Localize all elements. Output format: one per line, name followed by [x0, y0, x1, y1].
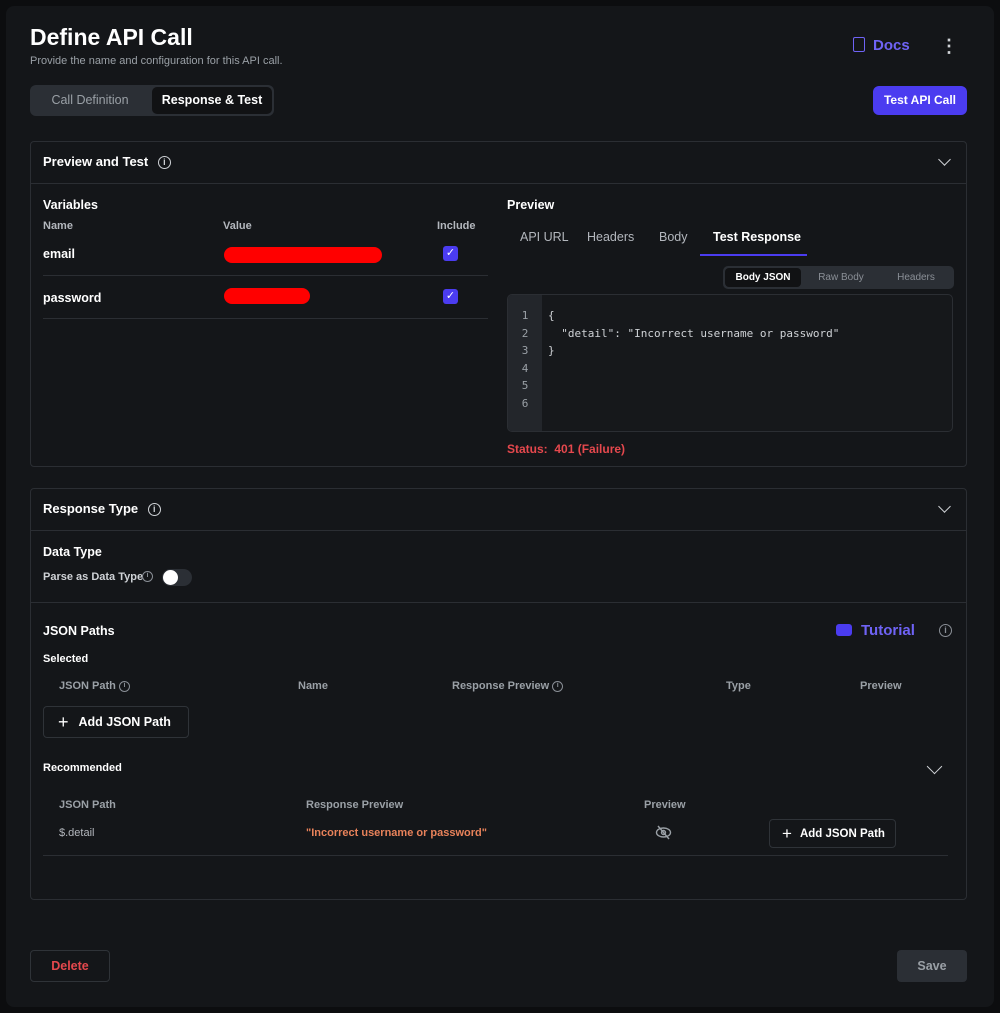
eye-off-icon[interactable]	[655, 824, 672, 841]
response-json: { "detail": "Incorrect username or passw…	[548, 309, 840, 357]
tab-switcher: Call Definition Response & Test	[30, 85, 274, 116]
subtab-raw-body[interactable]: Raw Body	[803, 268, 879, 287]
variable-name: email	[43, 247, 75, 261]
include-checkbox[interactable]: ✓	[443, 246, 458, 261]
divider	[43, 855, 948, 856]
response-type-title: Response Type	[43, 501, 139, 516]
divider	[31, 530, 966, 531]
col-json-path: JSON Path i	[59, 680, 130, 692]
youtube-icon	[836, 624, 852, 636]
tab-call-definition[interactable]: Call Definition	[32, 87, 148, 114]
add-recommended-json-path-button[interactable]: + Add JSON Path	[769, 819, 896, 848]
col-json-path: JSON Path	[59, 799, 116, 811]
save-button[interactable]: Save	[897, 950, 967, 982]
divider	[31, 183, 966, 184]
tab-body[interactable]: Body	[659, 230, 688, 244]
divider	[43, 318, 488, 319]
subtab-headers[interactable]: Headers	[878, 268, 954, 287]
recommended-title: Recommended	[43, 762, 122, 774]
line-number: 1	[521, 309, 529, 322]
variables-title: Variables	[43, 198, 98, 212]
variable-name: password	[43, 291, 102, 305]
line-number: 3	[521, 344, 529, 357]
recommended-preview-value: "Incorrect username or password"	[306, 827, 487, 839]
tab-headers[interactable]: Headers	[587, 230, 634, 244]
selected-title: Selected	[43, 653, 89, 665]
docs-label: Docs	[873, 37, 910, 54]
delete-button[interactable]: Delete	[30, 950, 110, 982]
document-icon	[853, 37, 865, 52]
tutorial-label: Tutorial	[861, 622, 915, 639]
col-preview: Preview	[860, 680, 902, 692]
include-checkbox[interactable]: ✓	[443, 289, 458, 304]
response-type-header[interactable]: Response Type i	[43, 501, 161, 517]
active-tab-indicator	[700, 254, 807, 256]
line-number: 5	[521, 379, 529, 392]
info-icon[interactable]: i	[147, 503, 161, 517]
col-preview: Preview	[644, 799, 686, 811]
col-value: Value	[223, 220, 252, 232]
status-value: 401 (Failure)	[554, 442, 626, 456]
page-title: Define API Call	[30, 24, 193, 50]
status-text: Status: 401 (Failure)	[507, 442, 625, 456]
add-json-path-button[interactable]: + Add JSON Path	[43, 706, 189, 738]
col-label: JSON Path	[59, 680, 116, 692]
col-name: Name	[298, 680, 328, 692]
plus-icon: +	[58, 712, 69, 732]
col-label: Response Preview	[452, 680, 550, 692]
tab-api-url[interactable]: API URL	[520, 230, 569, 244]
col-name: Name	[43, 220, 73, 232]
tab-test-response[interactable]: Test Response	[713, 230, 801, 244]
line-numbers: 1 2 3 4 5 6	[508, 295, 542, 431]
plus-icon: +	[782, 824, 792, 843]
response-code-viewer[interactable]: 1 2 3 4 5 6 { "detail": "Incorrect usern…	[507, 294, 953, 432]
info-icon[interactable]: i	[157, 156, 171, 170]
divider	[43, 275, 488, 276]
variable-value-redacted[interactable]	[224, 288, 310, 304]
button-label: Add JSON Path	[799, 828, 885, 840]
col-type: Type	[726, 680, 751, 692]
tab-response-test[interactable]: Response & Test	[152, 87, 272, 114]
preview-title: Preview	[507, 198, 555, 212]
docs-link[interactable]: Docs	[853, 37, 910, 54]
line-number: 2	[521, 326, 529, 340]
col-response-preview: Response Preview i	[452, 680, 564, 692]
info-icon[interactable]: i	[118, 680, 130, 692]
divider	[31, 602, 966, 603]
more-vertical-icon[interactable]: ⋮	[940, 36, 958, 57]
col-include: Include	[437, 220, 476, 232]
info-icon[interactable]: i	[939, 624, 952, 637]
response-subtabs: Body JSON Raw Body Headers	[723, 266, 954, 289]
test-api-call-button[interactable]: Test API Call	[873, 86, 967, 115]
status-label: Status:	[507, 442, 548, 456]
parse-label: Parse as Data Type	[43, 571, 144, 583]
line-number: 6	[521, 396, 529, 410]
preview-test-title: Preview and Test	[43, 154, 149, 169]
button-label: Add JSON Path	[78, 715, 171, 729]
data-type-title: Data Type	[43, 545, 102, 559]
json-paths-title: JSON Paths	[43, 624, 115, 638]
page-subtitle: Provide the name and configuration for t…	[30, 55, 283, 67]
tutorial-link[interactable]: Tutorial	[836, 622, 915, 639]
info-icon[interactable]: i	[552, 680, 564, 692]
variable-value-redacted[interactable]	[224, 247, 382, 263]
subtab-body-json[interactable]: Body JSON	[725, 268, 801, 287]
preview-test-header[interactable]: Preview and Test i	[43, 154, 171, 170]
toggle-knob	[163, 570, 178, 585]
line-number: 4	[521, 361, 529, 375]
recommended-path: $.detail	[59, 827, 95, 839]
parse-toggle[interactable]	[162, 569, 192, 586]
info-icon[interactable]: i	[142, 571, 153, 582]
col-response-preview: Response Preview	[306, 799, 404, 811]
